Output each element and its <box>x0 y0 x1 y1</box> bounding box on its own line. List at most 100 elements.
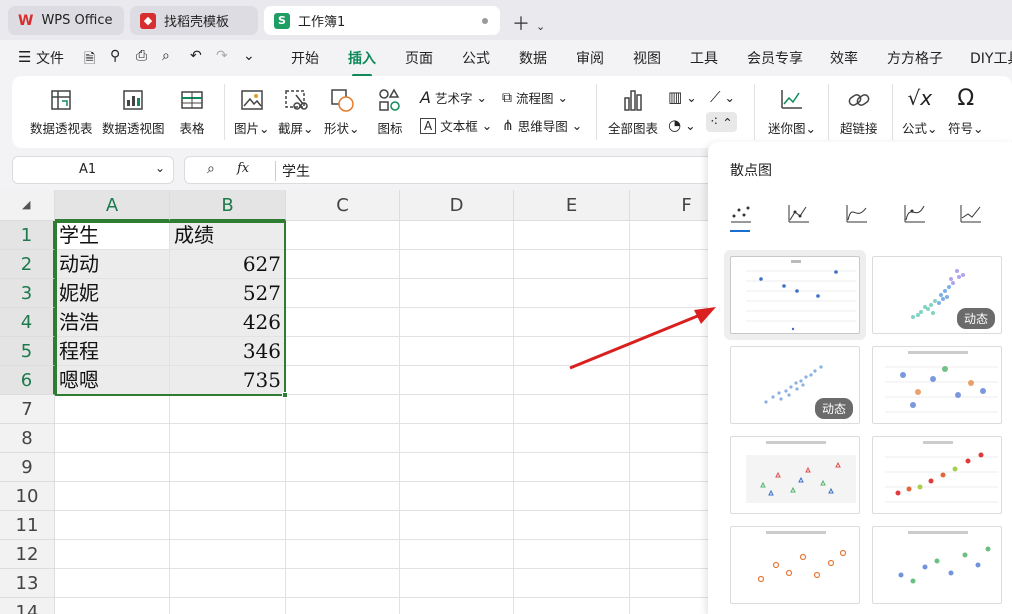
row-header-3[interactable]: 3 <box>0 279 55 308</box>
cell-b1[interactable]: 成绩 <box>170 221 286 250</box>
pie-chart-button[interactable]: ◔ ⌄ <box>668 116 696 134</box>
scatter-straight-icon[interactable] <box>958 202 984 224</box>
hyperlink-button[interactable]: 超链接 <box>840 86 878 137</box>
scatter-thumb-basic[interactable] <box>730 256 860 334</box>
column-header-d[interactable]: D <box>400 190 514 221</box>
tab-label: 找稻壳模板 <box>164 15 230 30</box>
column-header-f[interactable]: F <box>630 190 708 221</box>
menu-fangfang[interactable]: 方方格子 <box>887 48 943 68</box>
screenshot-button[interactable]: 截屏⌄ <box>278 86 314 137</box>
new-tab-button[interactable]: ＋ ⌄ <box>512 10 545 36</box>
cell-b4[interactable]: 426 <box>170 308 286 337</box>
scatter-smooth-icon[interactable] <box>844 202 870 224</box>
cell-a6[interactable]: 嗯嗯 <box>55 366 170 395</box>
redo-icon[interactable]: ↷ <box>216 48 228 64</box>
row-header-14[interactable]: 14 <box>0 598 55 614</box>
row-header-10[interactable]: 10 <box>0 482 55 511</box>
function-icon[interactable]: fx <box>237 161 249 176</box>
scatter-thumb-rainbow[interactable] <box>872 436 1002 514</box>
mindmap-button[interactable]: ⋔ 思维导图 ⌄ <box>502 116 582 135</box>
row-header-2[interactable]: 2 <box>0 250 55 279</box>
row-header-4[interactable]: 4 <box>0 308 55 337</box>
undo-icon[interactable]: ↶ <box>190 48 202 64</box>
menu-review[interactable]: 审阅 <box>576 48 604 68</box>
print-icon[interactable]: ⎙ <box>136 48 147 64</box>
column-header-b[interactable]: B <box>170 190 286 221</box>
row-header-5[interactable]: 5 <box>0 337 55 366</box>
scatter-thumb-dynamic-gradient[interactable]: 动态 <box>872 256 1002 334</box>
text-box-button[interactable]: A 文本框 ⌄ <box>420 116 492 135</box>
hamburger-icon[interactable]: ☰ <box>18 48 31 66</box>
column-header-e[interactable]: E <box>514 190 630 221</box>
scatter-chart-button[interactable]: ⁖ ⌃ <box>706 112 737 132</box>
sparkline-button[interactable]: 迷你图⌄ <box>768 86 816 137</box>
row-header-8[interactable]: 8 <box>0 424 55 453</box>
save-icon[interactable]: 🗎 <box>84 48 95 72</box>
print-preview-icon[interactable]: ⌕ <box>162 48 170 64</box>
menu-tools[interactable]: 工具 <box>690 48 718 68</box>
shapes-button[interactable]: 形状⌄ <box>324 86 360 137</box>
scatter-thumb-dynamic-blue[interactable]: 动态 <box>730 346 860 424</box>
menu-diy-tools[interactable]: DIY工具 <box>970 48 1012 68</box>
tab-template[interactable]: ◆ 找稻壳模板 <box>130 6 258 35</box>
row-header-7[interactable]: 7 <box>0 395 55 424</box>
column-header-a[interactable]: A <box>55 190 170 221</box>
scatter-thumb-triangles[interactable] <box>730 436 860 514</box>
menu-data[interactable]: 数据 <box>519 48 547 68</box>
row-header-9[interactable]: 9 <box>0 453 55 482</box>
cell-a3[interactable]: 妮妮 <box>55 279 170 308</box>
row-header-1[interactable]: 1 <box>0 221 55 250</box>
row-header-12[interactable]: 12 <box>0 540 55 569</box>
row-header-11[interactable]: 11 <box>0 511 55 540</box>
menu-member[interactable]: 会员专享 <box>747 48 803 68</box>
more-chevron-icon[interactable]: ⌄ <box>243 48 255 64</box>
scatter-line-icon[interactable] <box>786 202 812 224</box>
pivot-table-button[interactable]: 数据透视表 <box>30 86 93 137</box>
menu-insert[interactable]: 插入 <box>348 48 376 77</box>
formula-button[interactable]: √x 公式⌄ <box>902 86 938 137</box>
table-button[interactable]: 表格 <box>178 86 206 137</box>
mindmap-label: 思维导图 <box>517 119 568 134</box>
scatter-smooth-marker-icon[interactable] <box>902 202 928 224</box>
pivot-chart-button[interactable]: 数据透视图 <box>102 86 165 137</box>
menu-efficiency[interactable]: 效率 <box>830 48 858 68</box>
cell-b2[interactable]: 627 <box>170 250 286 279</box>
tab-workbook[interactable]: S 工作簿1 <box>264 6 500 35</box>
cell-b3[interactable]: 527 <box>170 279 286 308</box>
cell-a2[interactable]: 动动 <box>55 250 170 279</box>
formula-input[interactable]: ⌕ fx 学生 <box>184 156 708 184</box>
cell-a5[interactable]: 程程 <box>55 337 170 366</box>
scatter-icon[interactable] <box>728 202 754 224</box>
scatter-thumb-bubble-colors[interactable] <box>872 346 1002 424</box>
row-header-13[interactable]: 13 <box>0 569 55 598</box>
name-box[interactable]: A1 ⌄ <box>12 156 174 184</box>
cell-b6[interactable]: 735 <box>170 366 286 395</box>
fill-handle[interactable] <box>282 392 288 398</box>
share-icon[interactable]: ⚲ <box>110 48 120 64</box>
flowchart-button[interactable]: ⧉ 流程图 ⌄ <box>502 88 568 107</box>
line-chart-button[interactable]: ⟋ ⌄ <box>710 88 735 106</box>
menu-page[interactable]: 页面 <box>405 48 433 68</box>
icons-button[interactable]: 图标 <box>376 86 404 137</box>
zoom-icon[interactable]: ⌕ <box>207 161 215 177</box>
column-chart-button[interactable]: ▥ ⌄ <box>668 88 697 106</box>
cell-b5[interactable]: 346 <box>170 337 286 366</box>
symbol-button[interactable]: Ω 符号⌄ <box>948 86 984 137</box>
scatter-thumb-multi-color[interactable] <box>872 526 1002 604</box>
select-all-corner[interactable]: ◢ <box>0 190 55 221</box>
menu-view[interactable]: 视图 <box>633 48 661 68</box>
tab-wps-office[interactable]: W WPS Office <box>8 6 124 35</box>
column-header-c[interactable]: C <box>286 190 400 221</box>
row-header-6[interactable]: 6 <box>0 366 55 395</box>
menu-formula[interactable]: 公式 <box>462 48 490 68</box>
all-charts-button[interactable]: 全部图表 <box>608 86 658 137</box>
menu-start[interactable]: 开始 <box>291 48 319 68</box>
picture-button[interactable]: 图片⌄ <box>234 86 270 137</box>
menu-file[interactable]: 文件 <box>36 48 64 68</box>
spreadsheet-grid[interactable]: ◢ A B C D E F 1 2 3 4 5 6 7 8 9 10 11 12… <box>0 190 708 614</box>
scatter-thumb-orange-rings[interactable] <box>730 526 860 604</box>
grid-line <box>55 510 708 511</box>
cell-a1[interactable]: 学生 <box>55 221 170 250</box>
cell-a4[interactable]: 浩浩 <box>55 308 170 337</box>
art-text-button[interactable]: A 艺术字 ⌄ <box>420 88 487 107</box>
